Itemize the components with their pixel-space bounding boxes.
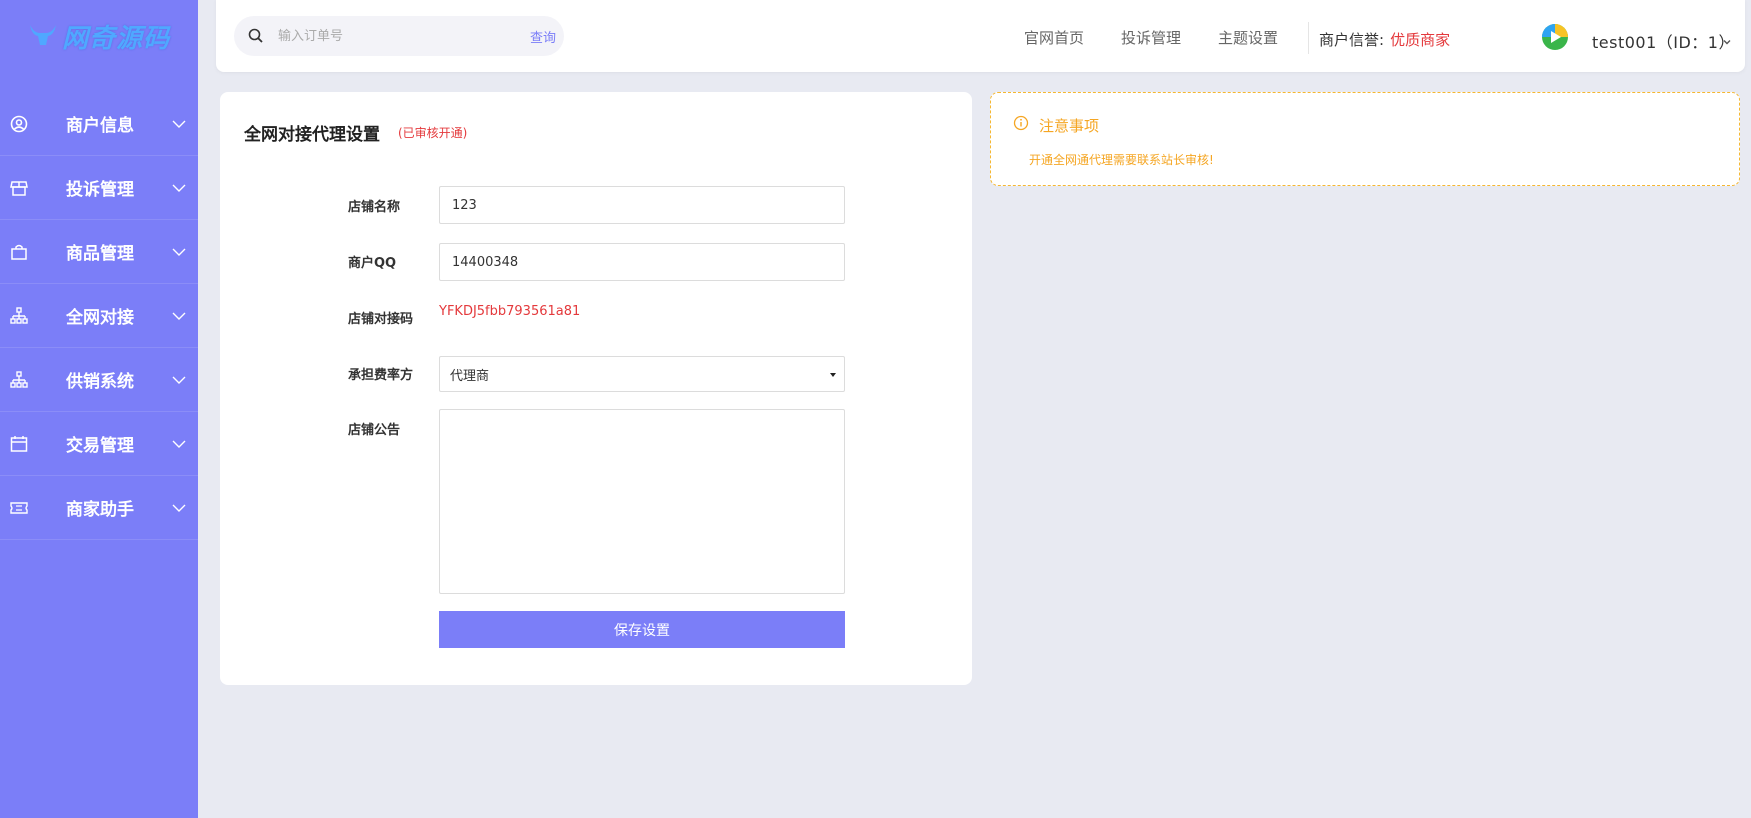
merchant-qq-label: 商户QQ: [348, 256, 397, 271]
link-complaints[interactable]: 投诉管理: [1121, 27, 1181, 48]
order-search-input[interactable]: [278, 26, 478, 46]
chevron-down-icon: [172, 501, 186, 515]
sidebar-nav: 商户信息 投诉管理 商品管理 全网对接 供销系统 交易管理 商家助手: [0, 92, 198, 540]
save-settings-button[interactable]: 保存设置: [439, 611, 845, 648]
sidebar-item-label: 投诉管理: [66, 180, 134, 200]
sidebar-item-merchant-info[interactable]: 商户信息: [0, 92, 198, 156]
sidebar-item-transactions[interactable]: 交易管理: [0, 412, 198, 476]
logo-text: 网奇源码: [61, 23, 170, 54]
chevron-down-icon: [172, 373, 186, 387]
top-header: 查询 官网首页 投诉管理 主题设置 商户信誉: 优质商家 test001（ID：1…: [216, 0, 1745, 72]
info-icon: [1013, 115, 1029, 131]
sidebar-item-label: 供销系统: [66, 372, 134, 392]
shop-code-label: 店铺对接码: [348, 312, 414, 327]
shop-notice-label: 店铺公告: [348, 423, 401, 438]
sidebar-item-label: 全网对接: [66, 308, 134, 328]
avatar[interactable]: [1538, 20, 1572, 54]
search-icon: [248, 28, 264, 44]
sitemap-icon: [9, 306, 29, 326]
link-theme-settings[interactable]: 主题设置: [1218, 27, 1278, 48]
chevron-down-icon: [172, 245, 186, 259]
search-button[interactable]: 查询: [530, 27, 556, 46]
sidebar-item-label: 商家助手: [66, 500, 134, 520]
shop-notice-textarea[interactable]: [439, 409, 845, 594]
fee-bearer-selected: 代理商: [450, 368, 490, 384]
sidebar-item-supply[interactable]: 供销系统: [0, 348, 198, 412]
reputation-label: 商户信誉:: [1319, 31, 1385, 49]
sidebar-item-label: 商品管理: [66, 244, 134, 264]
merchant-reputation: 商户信誉: 优质商家: [1319, 29, 1450, 50]
merchant-qq-field[interactable]: 14400348: [439, 243, 845, 281]
fee-bearer-label: 承担费率方: [348, 368, 414, 383]
sidebar-item-label: 交易管理: [66, 436, 134, 456]
status-badge: (已审核开通): [398, 126, 468, 140]
logo[interactable]: 网奇源码: [0, 0, 198, 72]
link-home[interactable]: 官网首页: [1024, 27, 1084, 48]
shopping-bag-icon: [9, 242, 29, 262]
chevron-down-icon: [172, 181, 186, 195]
sidebar-item-complaints[interactable]: 投诉管理: [0, 156, 198, 220]
shop-name-field[interactable]: 123: [439, 186, 845, 224]
agent-settings-card: 全网对接代理设置 (已审核开通) 店铺名称 123 商户QQ 14400348 …: [220, 92, 972, 685]
caret-down-icon: [828, 369, 838, 379]
fee-bearer-select[interactable]: 代理商: [439, 356, 845, 392]
notice-box: 注意事项 开通全网通代理需要联系站长审核!: [990, 92, 1740, 186]
chevron-down-icon: [172, 309, 186, 323]
sidebar: 网奇源码 商户信息 投诉管理 商品管理 全网对接 供销系统 交易管理 商家助手: [0, 0, 198, 818]
card-title: 全网对接代理设置: [244, 125, 380, 145]
shop-code-value: YFKDJ5fbb793561a81: [439, 304, 581, 319]
user-circle-icon: [9, 114, 29, 134]
ticket-icon: [9, 498, 29, 518]
bull-logo-icon: [28, 21, 58, 51]
top-links: 官网首页 投诉管理 主题设置: [1024, 27, 1315, 48]
sitemap-icon: [9, 370, 29, 390]
sidebar-item-network[interactable]: 全网对接: [0, 284, 198, 348]
chevron-down-icon[interactable]: [1722, 32, 1734, 45]
chevron-down-icon: [172, 437, 186, 451]
store-icon: [9, 178, 29, 198]
chevron-down-icon: [172, 117, 186, 131]
user-menu[interactable]: test001（ID：1）: [1592, 29, 1735, 53]
sidebar-item-label: 商户信息: [66, 116, 134, 136]
header-divider: [1308, 22, 1309, 54]
reputation-value: 优质商家: [1390, 31, 1451, 49]
notice-body: 开通全网通代理需要联系站长审核!: [1029, 153, 1214, 167]
order-search-box: 查询: [234, 16, 564, 56]
sidebar-item-products[interactable]: 商品管理: [0, 220, 198, 284]
notice-title: 注意事项: [1039, 117, 1100, 135]
sidebar-item-assistant[interactable]: 商家助手: [0, 476, 198, 540]
shop-name-label: 店铺名称: [348, 200, 401, 215]
calendar-icon: [9, 434, 29, 454]
